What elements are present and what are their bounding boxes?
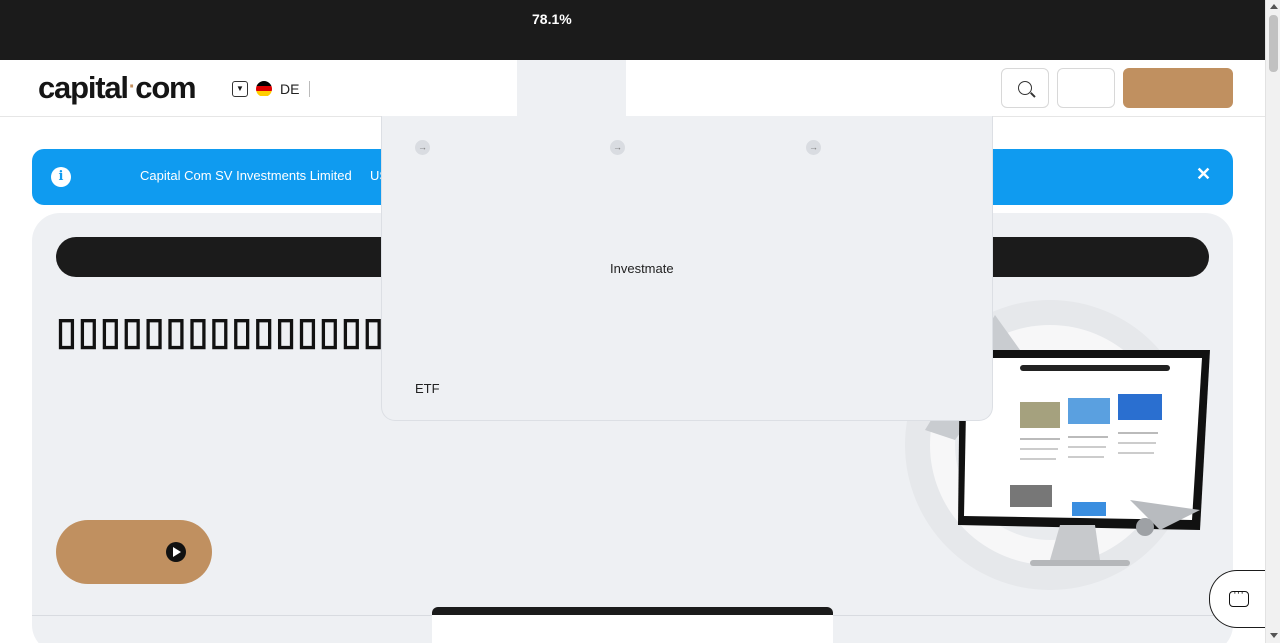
- logo[interactable]: capital·com: [38, 70, 197, 106]
- arrow-right-icon[interactable]: →: [610, 140, 625, 155]
- dropdown-link-investmate[interactable]: Investmate: [610, 261, 674, 276]
- germany-flag-icon: [256, 80, 272, 97]
- loading-bar: 78.1%: [0, 0, 1265, 60]
- logo-text-right: com: [135, 70, 196, 105]
- bottom-card: [432, 607, 833, 643]
- language-selector[interactable]: ▼ DE: [232, 80, 311, 97]
- chat-button[interactable]: [1209, 570, 1265, 628]
- chat-icon: [1229, 587, 1249, 607]
- language-code: DE: [280, 80, 300, 97]
- logo-dot: ·: [128, 76, 136, 98]
- chevron-down-icon[interactable]: ▼: [232, 80, 248, 97]
- nav-tab-active[interactable]: [517, 60, 626, 117]
- page: 78.1% capital·com ▼ DE i Capital Com SV …: [0, 0, 1265, 643]
- page-scrollbar[interactable]: [1265, 0, 1280, 643]
- banner-text: Capital Com SV Investments Limited: [140, 168, 352, 183]
- hero-cta-button[interactable]: [56, 520, 212, 584]
- hero-title: ▯▯▯▯▯▯▯▯▯▯▯▯▯▯▯▯: [56, 311, 407, 353]
- site-header: capital·com ▼ DE: [0, 60, 1265, 117]
- info-icon: i: [51, 167, 71, 187]
- logo-text-left: capital: [38, 70, 129, 105]
- signup-button[interactable]: [1123, 68, 1233, 108]
- search-icon: [1018, 81, 1032, 95]
- login-button[interactable]: [1057, 68, 1115, 108]
- close-icon[interactable]: ✕: [1196, 165, 1211, 183]
- scrollbar-thumb[interactable]: [1269, 15, 1278, 72]
- scroll-up-arrow-icon[interactable]: [1270, 4, 1278, 9]
- dropdown-link-etf[interactable]: ETF: [415, 381, 440, 396]
- arrow-right-icon[interactable]: →: [415, 140, 430, 155]
- search-button[interactable]: [1001, 68, 1049, 108]
- scroll-down-arrow-icon[interactable]: [1270, 633, 1278, 638]
- loading-percent: 78.1%: [532, 11, 572, 27]
- arrow-right-icon[interactable]: →: [806, 140, 821, 155]
- play-icon: [166, 542, 186, 562]
- nav-dropdown-menu: → → → Investmate ETF: [381, 116, 993, 421]
- divider: [309, 80, 311, 97]
